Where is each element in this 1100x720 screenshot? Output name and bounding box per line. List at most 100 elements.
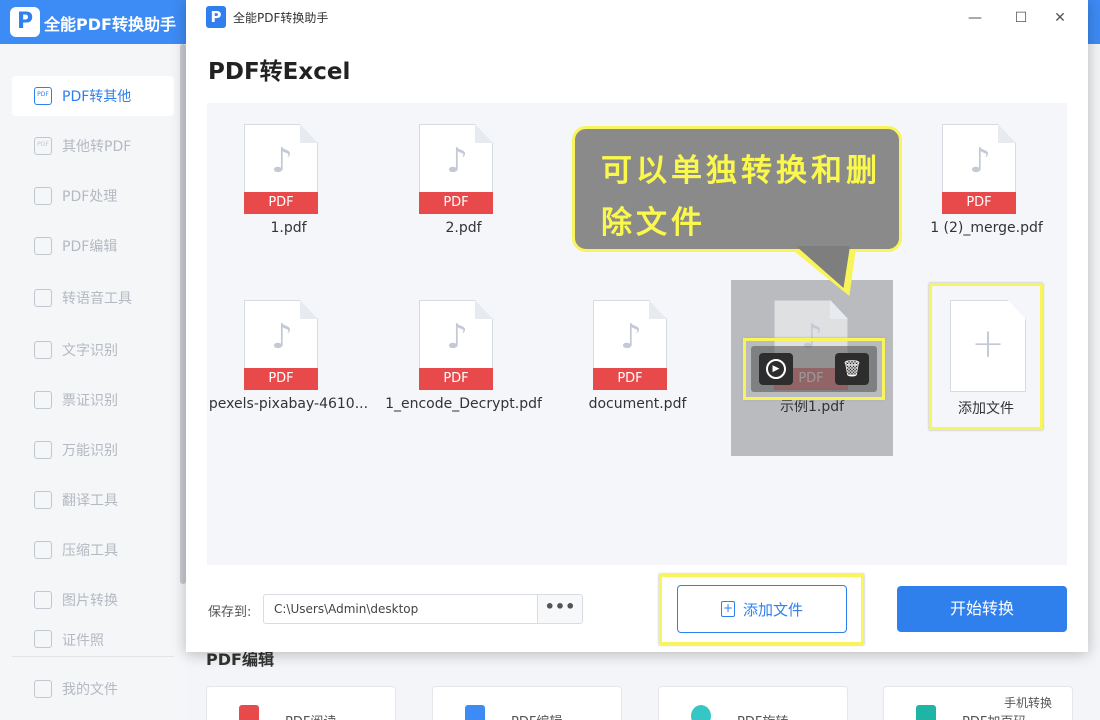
add-file-label: 添加文件 (958, 401, 1014, 417)
image-icon (34, 591, 52, 609)
card-label: PDF编辑 (511, 711, 562, 720)
pdf-tag: PDF (244, 192, 318, 214)
tip-callout: 可以单独转换和删除文件 (572, 126, 902, 252)
sidebar-item-label: 压缩工具 (62, 543, 118, 559)
file-item[interactable]: ♪ PDF 2.pdf (376, 104, 551, 280)
sidebar-item-compress[interactable]: 压缩工具 (12, 530, 174, 570)
mobile-convert-badge[interactable]: 手机转换 (1004, 694, 1052, 711)
sidebar-item-label: PDF编辑 (62, 239, 118, 255)
pdf-tag: PDF (244, 368, 318, 390)
minimize-button[interactable]: — (963, 6, 987, 30)
pdf-icon: PDF (34, 137, 52, 155)
text-ocr-icon (34, 341, 52, 359)
app-title: 全能PDF转换助手 (44, 15, 176, 34)
start-convert-button[interactable]: 开始转换 (897, 586, 1067, 632)
file-actions-bar: ▶ 🗑 (751, 346, 877, 392)
sidebar-item-my-files[interactable]: 我的文件 (12, 669, 174, 709)
add-file-icon: + (720, 601, 735, 617)
trash-icon: 🗑 (841, 359, 863, 378)
add-file-tile[interactable]: + 添加文件 (929, 283, 1043, 430)
plus-icon: + (971, 321, 1005, 367)
page-number-icon (916, 705, 936, 720)
close-button[interactable]: ✕ (1048, 6, 1072, 30)
maximize-button[interactable]: ☐ (1009, 6, 1033, 30)
page-title: PDF转Excel (208, 59, 351, 85)
sidebar-item-label: 图片转换 (62, 593, 118, 609)
acrobat-icon: ♪ (446, 317, 468, 357)
add-file-button[interactable]: + 添加文件 (677, 585, 847, 633)
file-item[interactable]: ♪ PDF 1.pdf (201, 104, 376, 280)
ticket-icon (34, 391, 52, 409)
compress-icon (34, 541, 52, 559)
sidebar-item-image[interactable]: 图片转换 (12, 580, 174, 620)
dialog-title: 全能PDF转换助手 (233, 11, 329, 25)
file-actions-highlight: ▶ 🗑 (743, 338, 885, 400)
sidebar-item-label: 我的文件 (62, 682, 118, 698)
tool-card-pdf-read[interactable]: PDF阅读 (206, 686, 396, 720)
file-name: 1_encode_Decrypt.pdf (385, 396, 542, 412)
sidebar-item-label: 转语音工具 (62, 291, 132, 307)
acrobat-icon: ♪ (620, 317, 642, 357)
card-label: PDF加页码 (962, 711, 1026, 720)
pdf-tag: PDF (942, 192, 1016, 214)
sidebar-item-label: 票证识别 (62, 393, 118, 409)
acrobat-icon: ♪ (969, 141, 991, 181)
callout-text: 可以单独转换和删除文件 (601, 153, 881, 241)
sidebar-item-label: 其他转PDF (62, 139, 132, 155)
file-item[interactable]: ♪ PDF document.pdf (550, 280, 725, 456)
delete-file-button[interactable]: 🗑 (835, 353, 869, 385)
sidebar-item-audio[interactable]: 转语音工具 (12, 278, 174, 318)
file-name: 1.pdf (270, 220, 307, 236)
pdf-tag: PDF (419, 368, 493, 390)
file-item[interactable]: ♪ PDF pexels-pixabay-4610... (201, 280, 376, 456)
browse-button[interactable]: ••• (537, 594, 583, 624)
sidebar-item-pdf-to-other[interactable]: PDF PDF转其他 (12, 76, 174, 116)
convert-single-button[interactable]: ▶ (759, 353, 793, 385)
sidebar-divider (12, 656, 174, 657)
sidebar-item-id-photo[interactable]: 证件照 (12, 630, 174, 652)
card-label: PDF旋转 (737, 711, 788, 720)
sidebar-item-pdf-edit[interactable]: PDF编辑 (12, 226, 174, 266)
acrobat-icon: ♪ (446, 141, 468, 181)
my-files-icon (34, 680, 52, 698)
card-label: PDF阅读 (285, 711, 336, 720)
sidebar-item-ticket[interactable]: 票证识别 (12, 380, 174, 420)
pdf-rotate-icon (691, 705, 711, 720)
add-file-button-label: 添加文件 (742, 600, 803, 619)
save-path-input[interactable]: C:\Users\Admin\desktop (263, 594, 538, 624)
pdf-tag: PDF (419, 192, 493, 214)
sidebar-item-label: 证件照 (62, 633, 104, 649)
sidebar-item-translate[interactable]: 翻译工具 (12, 480, 174, 520)
acrobat-icon: ♪ (271, 317, 293, 357)
sidebar-item-scan[interactable]: 万能识别 (12, 430, 174, 470)
id-photo-icon (34, 630, 52, 648)
sidebar-item-label: 文字识别 (62, 343, 118, 359)
file-name: pexels-pixabay-4610... (208, 396, 369, 412)
pdf-read-icon (239, 705, 259, 720)
sidebar-item-label: PDF转其他 (62, 89, 132, 105)
save-to-label: 保存到: (208, 605, 252, 620)
translate-icon (34, 491, 52, 509)
dialog-logo-icon: P (206, 6, 226, 28)
file-name: document.pdf (588, 396, 687, 412)
play-icon: ▶ (766, 359, 786, 379)
sidebar-item-ocr[interactable]: 文字识别 (12, 330, 174, 370)
sidebar-item-label: 翻译工具 (62, 493, 118, 509)
audio-icon (34, 289, 52, 307)
tool-card-pdf-rotate[interactable]: PDF旋转 (658, 686, 848, 720)
file-name: 2.pdf (445, 220, 482, 236)
pdf-edit-icon (34, 237, 52, 255)
file-name: 1 (2)_merge.pdf (930, 220, 1043, 236)
pdf-tag: PDF (593, 368, 667, 390)
add-file-button-highlight: + 添加文件 (659, 574, 864, 645)
file-item[interactable]: ♪ PDF 1 (2)_merge.pdf (899, 104, 1074, 280)
tool-card-pdf-edit[interactable]: PDF编辑 (432, 686, 622, 720)
pdf-process-icon (34, 187, 52, 205)
scan-icon (34, 441, 52, 459)
pdf-edit-icon (465, 705, 485, 720)
file-item[interactable]: ♪ PDF 1_encode_Decrypt.pdf (376, 280, 551, 456)
app-logo-icon: P (10, 7, 40, 37)
sidebar-item-pdf-process[interactable]: PDF处理 (12, 176, 174, 216)
acrobat-icon: ♪ (271, 141, 293, 181)
sidebar-item-other-to-pdf[interactable]: PDF 其他转PDF (12, 126, 174, 166)
